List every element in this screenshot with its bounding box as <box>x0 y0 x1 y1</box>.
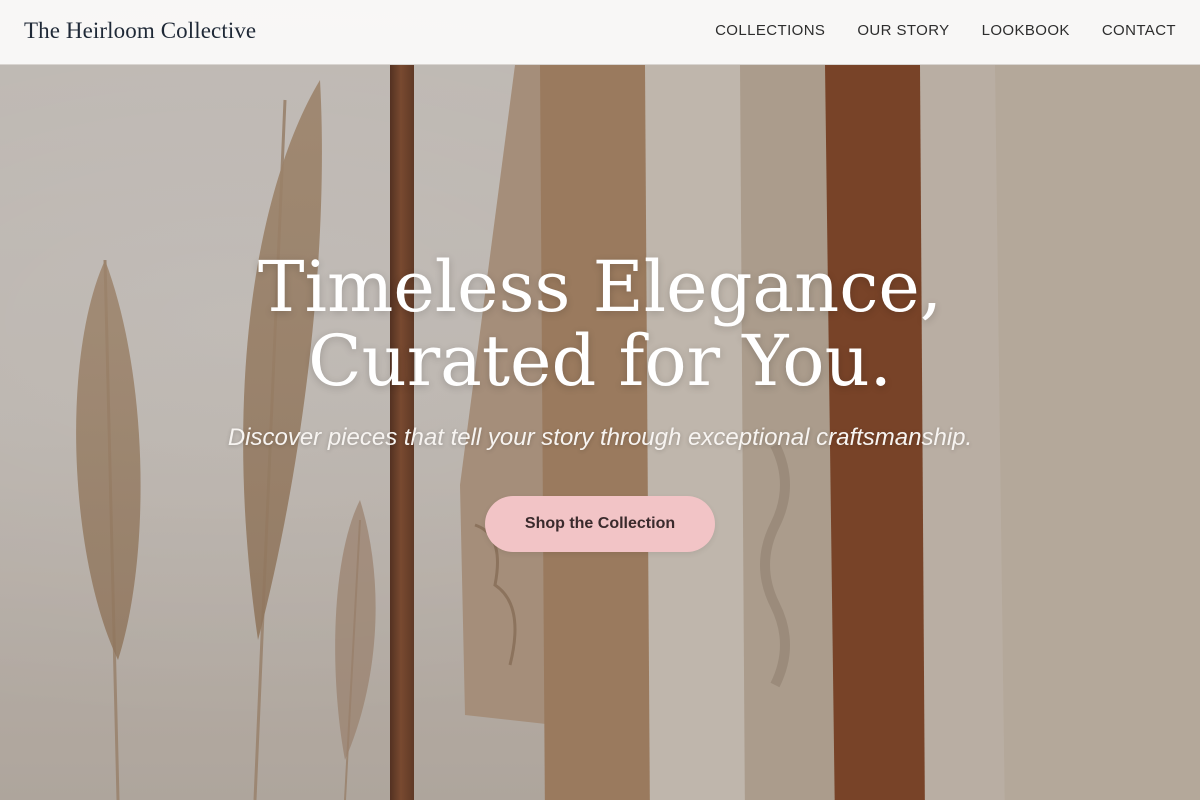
hero-title-line-2: Curated for You. <box>308 320 892 402</box>
page: The Heirloom Collective COLLECTIONS OUR … <box>0 0 1200 800</box>
nav-link-lookbook[interactable]: LOOKBOOK <box>982 22 1070 39</box>
hero-content: Timeless Elegance, Curated for You. Disc… <box>0 250 1200 552</box>
main-nav: COLLECTIONS OUR STORY LOOKBOOK CONTACT <box>715 22 1176 39</box>
shop-collection-button[interactable]: Shop the Collection <box>485 496 715 552</box>
nav-link-our-story[interactable]: OUR STORY <box>857 22 949 39</box>
nav-link-collections[interactable]: COLLECTIONS <box>715 22 825 39</box>
hero-title-line-1: Timeless Elegance, <box>257 246 943 328</box>
hero-subtitle: Discover pieces that tell your story thr… <box>227 424 973 451</box>
hero-title: Timeless Elegance, Curated for You. <box>0 250 1200 398</box>
site-header: The Heirloom Collective COLLECTIONS OUR … <box>0 0 1200 65</box>
nav-link-contact[interactable]: CONTACT <box>1102 22 1176 39</box>
brand-logo-link[interactable]: The Heirloom Collective <box>24 18 256 44</box>
